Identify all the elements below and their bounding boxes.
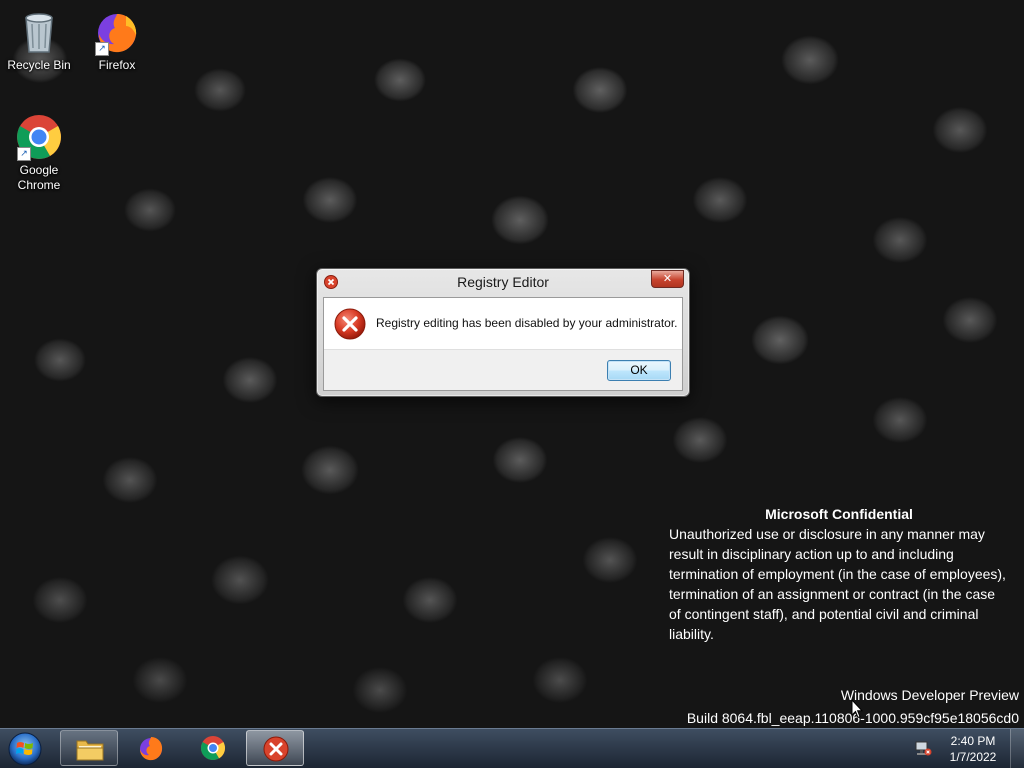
desktop-icon-firefox[interactable]: ↗ Firefox <box>79 8 155 73</box>
desktop-icon-recycle-bin[interactable]: Recycle Bin <box>1 8 77 73</box>
dialog-title: Registry Editor <box>457 274 549 290</box>
error-icon <box>263 736 289 762</box>
firefox-icon: ↗ <box>93 8 141 56</box>
taskbar-clock[interactable]: 2:40 PM 1/7/2022 <box>944 733 1002 765</box>
confidential-body: Unauthorized use or disclosure in any ma… <box>669 526 1006 642</box>
button-area: OK <box>324 349 682 390</box>
recycle-bin-icon <box>15 8 63 56</box>
error-message: Registry editing has been disabled by yo… <box>376 316 678 330</box>
message-area: Registry editing has been disabled by yo… <box>324 298 682 352</box>
mouse-cursor-icon <box>851 699 863 719</box>
confidential-notice: Microsoft Confidential Unauthorized use … <box>669 504 1009 644</box>
registry-editor-dialog: Registry Editor ✕ Registry editing has b… <box>316 268 690 397</box>
shortcut-arrow-icon: ↗ <box>17 147 31 161</box>
start-button[interactable] <box>5 730 45 767</box>
chrome-icon: ↗ <box>15 113 63 161</box>
chrome-icon <box>200 736 226 761</box>
dialog-body: Registry editing has been disabled by yo… <box>323 297 683 391</box>
desktop-icon-google-chrome[interactable]: ↗ Google Chrome <box>1 113 77 193</box>
taskbar-chrome-button[interactable] <box>184 730 242 766</box>
dialog-title-bar[interactable]: Registry Editor ✕ <box>317 269 689 296</box>
desktop-icon-label: Google Chrome <box>17 163 61 192</box>
desktop: Recycle Bin ↗ Firefox ↗ Google Chrome Re… <box>0 0 1024 768</box>
confidential-heading: Microsoft Confidential <box>765 506 913 522</box>
folder-icon <box>76 740 104 761</box>
desktop-icon-label: Recycle Bin <box>7 58 71 72</box>
taskbar-error-dialog-button[interactable] <box>246 730 304 766</box>
desktop-icon-label: Firefox <box>98 58 136 72</box>
taskbar: 2:40 PM 1/7/2022 <box>0 728 1024 768</box>
error-icon <box>334 308 366 340</box>
ok-button[interactable]: OK <box>607 360 671 381</box>
taskbar-file-explorer-button[interactable] <box>60 730 118 766</box>
taskbar-firefox-button[interactable] <box>122 730 180 766</box>
clock-date: 1/7/2022 <box>949 750 997 764</box>
show-desktop-button[interactable] <box>1010 729 1024 768</box>
network-icon[interactable] <box>914 739 932 757</box>
close-button[interactable]: ✕ <box>651 270 684 288</box>
firefox-icon <box>140 737 163 761</box>
shortcut-arrow-icon: ↗ <box>95 42 109 56</box>
clock-time: 2:40 PM <box>950 734 996 748</box>
